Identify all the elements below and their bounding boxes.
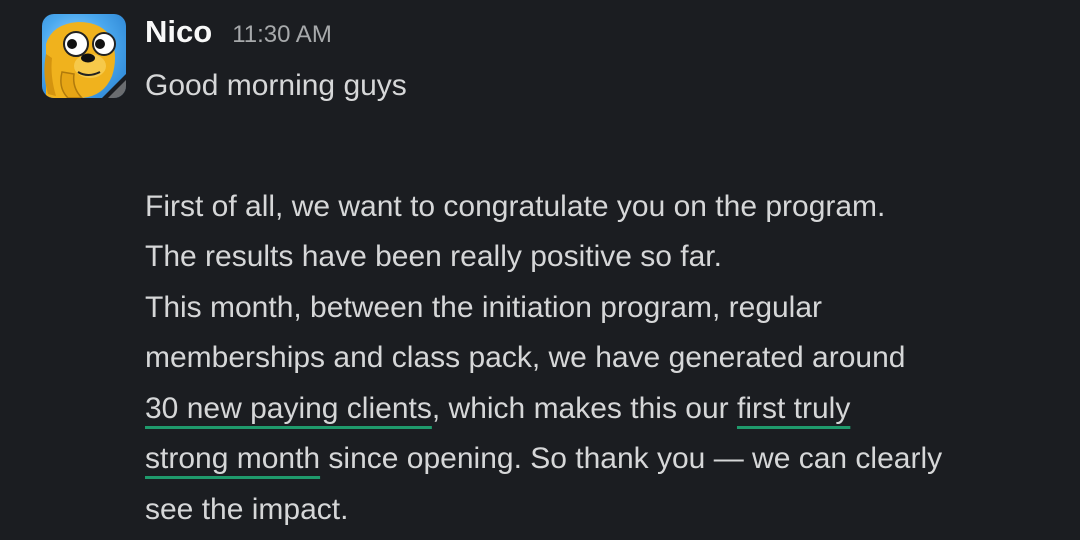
underlined-text-new-clients: 30 new paying clients [145, 391, 432, 425]
message-line-5: 30 new paying clients, which makes this … [145, 384, 1060, 435]
message-body: Good morning guys First of all, we want … [145, 61, 1060, 535]
message-line-4: memberships and class pack, we have gene… [145, 341, 906, 374]
message-line-greeting: Good morning guys [145, 69, 407, 102]
underlined-text-strong-month: strong month [145, 442, 321, 475]
message-line-6: strong month since opening. So thank you… [145, 434, 1060, 485]
message-header: Nico 11:30 AM [145, 14, 332, 54]
message-line-1: First of all, we want to congratulate yo… [145, 189, 886, 223]
chat-message: Nico 11:30 AM Good morning guys First of… [0, 0, 1080, 540]
message-line-6-text: since opening. So thank you — we can cle… [320, 442, 943, 475]
message-line-3: This month, between the initiation progr… [145, 290, 823, 324]
message-timestamp[interactable]: 11:30 AM [232, 21, 332, 49]
author-name[interactable]: Nico [145, 14, 212, 50]
underlined-text-first-truly: first truly [736, 391, 851, 425]
message-line-2: The results have been really positive so… [145, 240, 722, 273]
message-line-5-text: , which makes this our [431, 391, 737, 425]
message-line-7: see the impact. [145, 492, 349, 526]
jake-the-dog-avatar-icon [42, 14, 126, 98]
user-avatar[interactable] [42, 14, 126, 98]
